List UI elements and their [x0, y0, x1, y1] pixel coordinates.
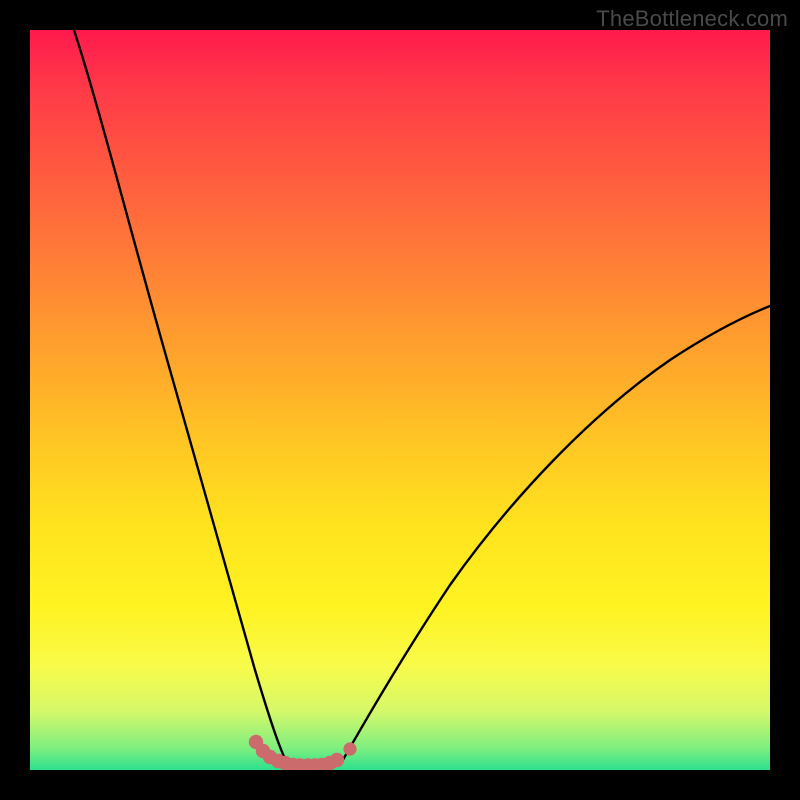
chart-frame: TheBottleneck.com	[0, 0, 800, 800]
plot-area	[30, 30, 770, 770]
bottom-dots	[249, 735, 357, 770]
left-curve	[74, 30, 288, 765]
watermark-text: TheBottleneck.com	[596, 6, 788, 32]
curves-svg	[30, 30, 770, 770]
right-curve	[340, 306, 770, 765]
